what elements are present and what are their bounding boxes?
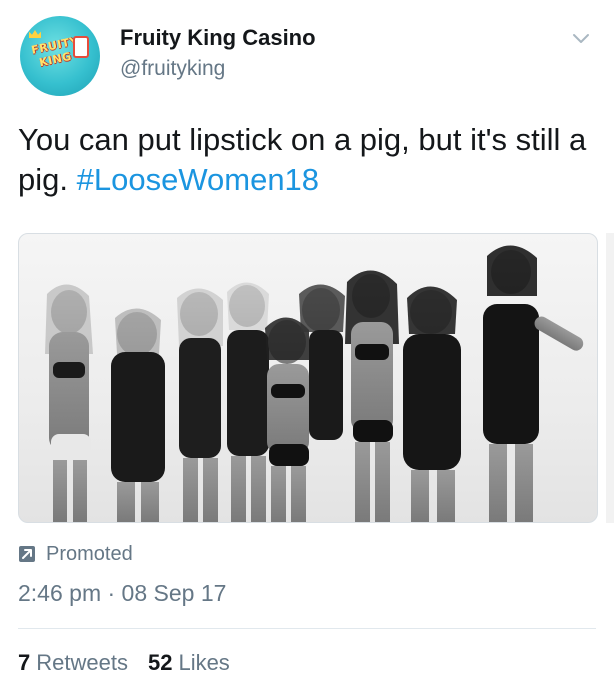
author-block[interactable]: Fruity King Casino @fruityking [120, 24, 316, 84]
tweet-text: You can put lipstick on a pig, but it's … [18, 120, 598, 200]
hashtag-link[interactable]: #LooseWomen18 [77, 162, 319, 197]
slot-machine-icon [73, 36, 89, 58]
chevron-down-icon[interactable] [570, 28, 592, 50]
author-handle[interactable]: @fruityking [120, 54, 316, 84]
promoted-indicator: Promoted [18, 540, 133, 568]
person-figure [483, 245, 584, 522]
person-figure [111, 308, 165, 522]
retweets-label: Retweets [36, 650, 128, 675]
person-figure [345, 270, 399, 522]
crown-icon [29, 30, 41, 38]
divider [18, 628, 596, 629]
likes-stat[interactable]: 52 Likes [148, 648, 230, 678]
person-figure [45, 284, 93, 522]
likes-count: 52 [147, 650, 173, 675]
tweet-header: FRUITY KING Fruity King Casino @fruityki… [16, 14, 598, 98]
promoted-arrow-icon [18, 545, 36, 563]
tweet-timestamp[interactable]: 2:46 pm · 08 Sep 17 [18, 578, 226, 608]
promoted-label: Promoted [46, 542, 133, 565]
person-figure [265, 317, 309, 522]
fruity-king-logo-icon: FRUITY KING [29, 30, 91, 76]
person-figure [403, 286, 461, 522]
tweet-photo[interactable] [18, 233, 598, 523]
retweets-stat[interactable]: 7 Retweets [18, 648, 128, 678]
photo-image [45, 245, 584, 522]
scrollbar[interactable] [606, 233, 614, 523]
person-figure [177, 288, 223, 522]
likes-label: Likes [178, 650, 230, 675]
tweet-stats: 7 Retweets 52 Likes [18, 648, 250, 678]
avatar[interactable]: FRUITY KING [20, 16, 100, 96]
author-display-name[interactable]: Fruity King Casino [120, 24, 316, 52]
retweets-count: 7 [18, 650, 31, 675]
tweet-card: FRUITY KING Fruity King Casino @fruityki… [0, 0, 614, 688]
person-figure [227, 282, 269, 522]
